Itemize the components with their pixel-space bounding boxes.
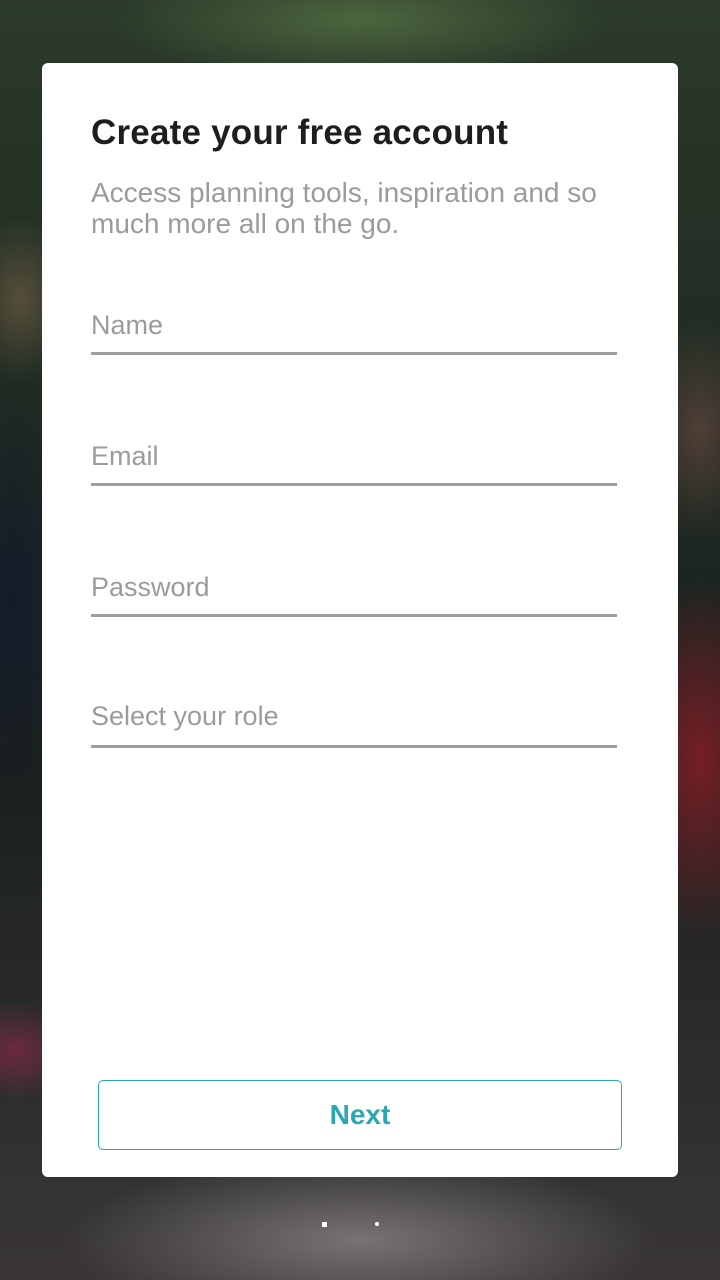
page-subtitle: Access planning tools, inspiration and s… <box>91 177 597 239</box>
page-dot-2[interactable] <box>375 1222 379 1226</box>
screen: Create your free account Access planning… <box>0 0 720 1280</box>
page-indicator <box>322 1222 392 1230</box>
next-button[interactable]: Next <box>98 1080 622 1150</box>
password-input[interactable] <box>91 561 617 617</box>
signup-card: Create your free account Access planning… <box>42 63 678 1177</box>
page-title: Create your free account <box>91 113 509 152</box>
role-select-placeholder: Select your role <box>91 701 279 731</box>
name-input[interactable] <box>91 299 617 355</box>
email-input[interactable] <box>91 430 617 486</box>
page-dot-1[interactable] <box>322 1222 327 1227</box>
role-select[interactable]: Select your role <box>91 691 617 748</box>
